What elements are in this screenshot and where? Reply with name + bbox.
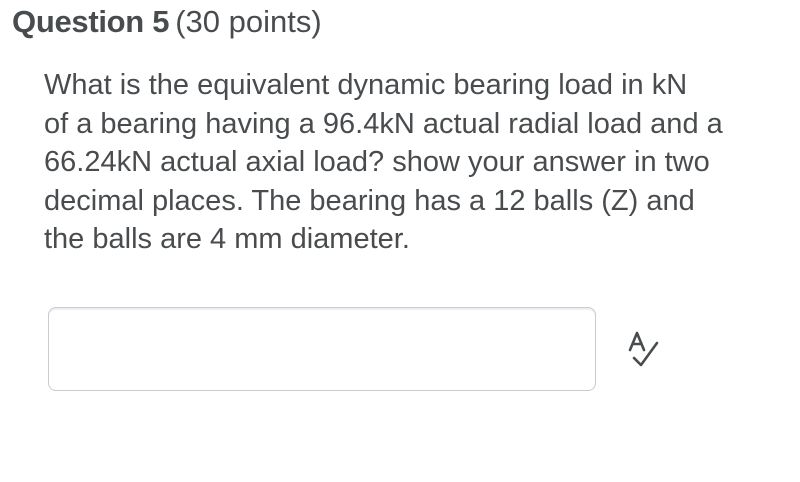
question-text-line: decimal places. The bearing has a 12 bal… [44,184,695,217]
question-title: Question 5 [12,4,170,39]
answer-input[interactable] [48,307,596,391]
question-text-line: 66.24kN actual axial load? show your ans… [44,146,710,178]
spellcheck-icon[interactable] [624,328,662,370]
question-points: (30 points) [175,4,322,39]
question-text-line: of a bearing having a 96.4kN actual radi… [44,107,723,140]
question-text-line: What is the equivalent dynamic bearing l… [44,69,688,101]
question-text: What is the equivalent dynamic bearing l… [44,66,794,259]
question-text-line: the balls are 4 mm diameter. [44,223,410,255]
question-header: Question 5 (30 points) [12,4,322,40]
